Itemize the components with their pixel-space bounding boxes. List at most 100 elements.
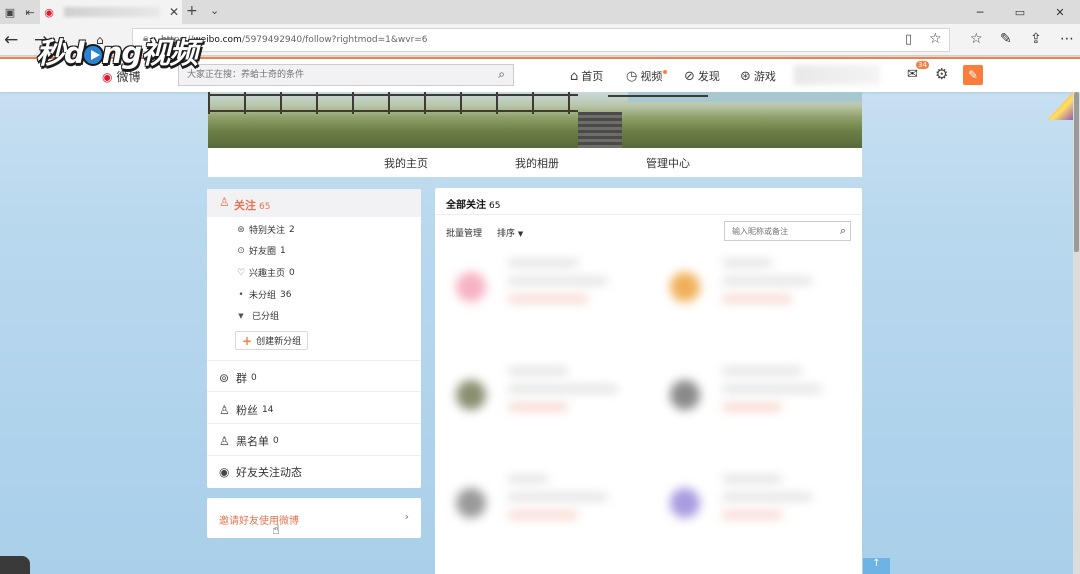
address-bar[interactable]: 🔒︎ https://weibo.com/5979492940/follow?r… [132,28,950,52]
scrollbar-thumb[interactable] [1074,92,1079,252]
avatar [670,488,700,518]
list-item[interactable] [438,462,638,562]
text-line [722,404,782,410]
nav-discover-link[interactable]: ⊘ 发现 [684,68,720,84]
cover-fence-right [608,95,708,109]
tab-my-homepage[interactable]: 我的主页 [384,155,428,171]
user-name-blurred[interactable] [794,65,880,85]
tab-dropdown-icon[interactable]: ⌄ [210,4,219,17]
sidebar-item-groups[interactable]: ⊚ 群 0 [219,370,257,386]
compose-icon: ✎ [967,68,979,82]
plus-icon: + [242,333,253,348]
list-item[interactable] [652,354,852,454]
new-dot [663,70,668,74]
batch-manage-button[interactable]: 批量管理 [446,226,482,239]
minimize-icon[interactable]: ─ [960,0,1000,24]
sidebar-item-grouped[interactable]: ▼ 已分组 [235,309,279,323]
tab-my-album[interactable]: 我的相册 [515,155,559,171]
compass-icon: ⊘ [684,68,695,84]
triangle-down-icon: ▼ [238,311,244,320]
watermark-logo: 秒d ng视频 [36,36,198,70]
tab-management-center[interactable]: 管理中心 [646,155,690,171]
sidebar-item-friends-circle[interactable]: ⊙ 好友圈 1 [235,244,286,258]
list-item[interactable] [652,462,852,562]
share-icon[interactable]: ⇪ [1030,31,1042,47]
nickname-search-input[interactable] [725,222,825,240]
list-item[interactable] [438,354,638,454]
text-line [508,278,608,284]
nav-game-link[interactable]: ⊛ 游戏 [740,68,776,84]
player-control[interactable] [0,556,30,574]
follow-list-blurred [438,246,862,574]
sub-item-count: 2 [289,224,295,235]
favorite-star-icon[interactable]: ☆ [929,31,942,47]
sidebar-item-friends-activity[interactable]: ◉ 好友关注动态 [219,464,302,480]
avatar [456,380,486,410]
create-group-button[interactable]: + 创建新分组 [235,331,309,350]
follow-count: 65 [259,202,271,212]
dot-icon: • [238,289,244,300]
weibo-search-input[interactable] [179,65,479,85]
search-icon[interactable]: ⌕ [498,67,505,82]
row-label: 粉丝 [236,404,258,417]
avatar [456,272,486,302]
sidebar-item-interest-pages[interactable]: ♡ 兴趣主页 0 [235,266,295,280]
create-group-label: 创建新分组 [256,337,302,347]
text-line [722,296,792,302]
back-to-top-button[interactable]: ↑ [863,558,890,574]
text-line [722,368,802,374]
favorites-icon[interactable]: ☆ [970,31,983,47]
mail-badge: 34 [916,61,929,69]
close-tab-icon[interactable]: ✕ [166,5,182,19]
sidebar-item-special-follow[interactable]: ⊛ 特别关注 2 [235,223,295,237]
sidebar-item-ungrouped[interactable]: • 未分组 36 [235,288,291,302]
compose-button[interactable]: ✎ [963,65,983,85]
sort-dropdown[interactable]: 排序 ▼ [497,226,523,239]
list-item[interactable] [438,246,638,346]
play-icon [81,44,104,66]
profile-tabs: 我的主页 我的相册 管理中心 [208,148,862,177]
corner-ribbon-decoration [1047,92,1073,120]
text-line [722,260,772,266]
row-label: 群 [236,372,247,385]
sub-item-label: 未分组 [249,291,277,301]
sidebar-item-blacklist[interactable]: ♙ 黑名单 0 [219,433,279,449]
profile-cover-image [208,92,862,148]
divider [207,360,421,361]
weibo-search-box: ⌕ [178,64,514,86]
new-tab-icon[interactable]: + [186,3,198,19]
more-icon[interactable]: ⋯ [1060,31,1074,47]
page-scrollbar[interactable] [1073,92,1080,574]
pen-icon[interactable]: ✎ [1000,31,1012,47]
sub-item-label: 兴趣主页 [249,269,286,279]
nav-video-link[interactable]: ◷ 视频 [626,68,668,84]
url-text[interactable]: https://weibo.com/5979492940/follow?righ… [161,35,428,45]
maximize-icon[interactable]: ▭ [1000,0,1040,24]
blacklist-icon: ♙ [219,434,230,448]
close-window-icon[interactable]: ✕ [1040,0,1080,24]
search-icon[interactable]: ⌕ [840,224,846,238]
back-icon[interactable]: ← [4,30,18,50]
avatar [456,488,486,518]
row-count: 0 [273,436,279,446]
invite-friends-link[interactable]: 邀请好友使用微博 › [207,498,421,538]
text-line [508,476,548,482]
sidebar-item-fans[interactable]: ♙ 粉丝 14 [219,402,273,418]
text-line [722,494,812,500]
nickname-search-box: ⌕ [724,221,851,241]
gear-icon[interactable]: ⚙ [935,65,948,83]
eye-icon: ◉ [219,465,230,479]
browser-tab-active[interactable]: ◉ ✕ [40,0,182,24]
mail-icon[interactable]: ✉ [907,67,918,82]
text-line [722,512,782,518]
nav-home-link[interactable]: ⌂ 首页 [570,68,603,84]
reader-view-icon[interactable]: ▯ [905,32,912,47]
tab-list-icon[interactable]: ▣ [0,0,20,24]
tab-aside-icon[interactable]: ⇤ [20,0,40,24]
sub-item-count: 0 [289,267,295,278]
sidebar-item-follow[interactable]: ♙ 关注 65 [207,189,421,217]
sub-item-count: 1 [280,245,286,256]
group-chat-icon: ⊚ [219,371,230,385]
list-item[interactable] [652,246,852,346]
row-count: 0 [251,373,257,383]
